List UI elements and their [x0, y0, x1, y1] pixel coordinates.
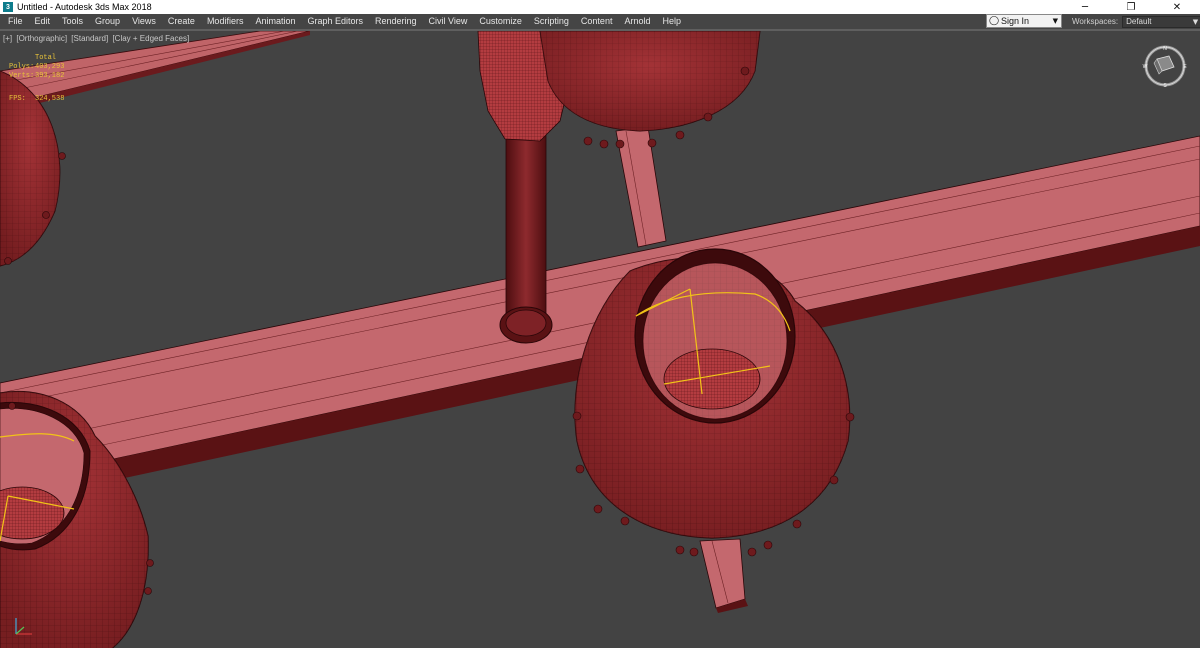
viewport-display-mode[interactable]: [Clay + Edged Faces]: [112, 34, 189, 43]
menu-civil-view[interactable]: Civil View: [423, 14, 474, 29]
viewcube-icon[interactable]: N E S W: [1142, 43, 1188, 89]
menu-tools[interactable]: Tools: [56, 14, 89, 29]
minimize-button[interactable]: ─: [1062, 0, 1108, 14]
window-title: Untitled - Autodesk 3ds Max 2018: [17, 2, 152, 12]
stats-verts-row: Verts: 393,182: [9, 72, 64, 81]
close-button[interactable]: ✕: [1154, 0, 1200, 14]
user-icon: ◯: [988, 16, 1000, 26]
stats-header: Total: [35, 54, 57, 62]
viewport-point-of-view[interactable]: [Orthographic]: [16, 34, 67, 43]
workspaces-group: Workspaces: Default ▼: [1072, 14, 1200, 29]
chevron-down-icon: ▼: [1192, 17, 1199, 26]
stats-verts-value: 393,182: [35, 72, 65, 80]
menu-arnold[interactable]: Arnold: [618, 14, 656, 29]
viewcube-north: N: [1163, 46, 1167, 52]
workspaces-value: Default: [1126, 16, 1152, 26]
menu-graph-editors[interactable]: Graph Editors: [301, 14, 369, 29]
menu-customize[interactable]: Customize: [473, 14, 528, 29]
menu-modifiers[interactable]: Modifiers: [201, 14, 250, 29]
stats-polys-value: 403,293: [35, 63, 65, 71]
sign-in-dropdown[interactable]: ◯ Sign In ▼: [986, 14, 1062, 28]
viewport-label-menu[interactable]: [+] [Orthographic] [Standard] [Clay + Ed…: [3, 34, 191, 43]
viewcube-west: W: [1143, 64, 1148, 70]
menu-file[interactable]: File: [0, 14, 29, 29]
menu-group[interactable]: Group: [89, 14, 126, 29]
stats-fps-label: FPS:: [9, 95, 26, 103]
stats-verts-label: Verts:: [9, 72, 35, 80]
window-controls: ─ ❐ ✕: [1062, 0, 1200, 14]
menu-help[interactable]: Help: [656, 14, 687, 29]
sign-in-label: Sign In: [1001, 16, 1030, 26]
menu-edit[interactable]: Edit: [29, 14, 57, 29]
app-logo-icon: 3: [3, 2, 13, 12]
title-bar: 3 Untitled - Autodesk 3ds Max 2018 ─ ❐ ✕: [0, 0, 1200, 14]
viewport-shading-mode[interactable]: [Standard]: [71, 34, 108, 43]
workspaces-select[interactable]: Default ▼: [1122, 15, 1200, 28]
stats-fps-row: FPS: 324,538: [9, 95, 64, 104]
viewcube-east: E: [1183, 64, 1187, 70]
stats-fps-value: 324,538: [35, 95, 65, 103]
viewport-plus-menu[interactable]: [+]: [3, 34, 12, 43]
menu-animation[interactable]: Animation: [249, 14, 301, 29]
statistics-overlay: Total Polys: 403,293 Verts: 393,182 FPS:…: [9, 54, 64, 104]
restore-button[interactable]: ❐: [1108, 0, 1154, 14]
workspaces-label: Workspaces:: [1072, 17, 1119, 26]
axis-tripod-icon: [15, 618, 32, 635]
menu-scripting[interactable]: Scripting: [528, 14, 575, 29]
stats-polys-row: Polys: 403,293: [9, 63, 64, 72]
menu-create[interactable]: Create: [162, 14, 201, 29]
menu-content[interactable]: Content: [575, 14, 619, 29]
menu-bar: File Edit Tools Group Views Create Modif…: [0, 14, 1200, 29]
stats-polys-label: Polys:: [9, 63, 35, 71]
chevron-down-icon: ▼: [1052, 17, 1058, 25]
perspective-viewport[interactable]: [+] [Orthographic] [Standard] [Clay + Ed…: [0, 29, 1200, 648]
menu-views[interactable]: Views: [126, 14, 162, 29]
scene-render: [0, 31, 1200, 648]
menu-rendering[interactable]: Rendering: [369, 14, 423, 29]
